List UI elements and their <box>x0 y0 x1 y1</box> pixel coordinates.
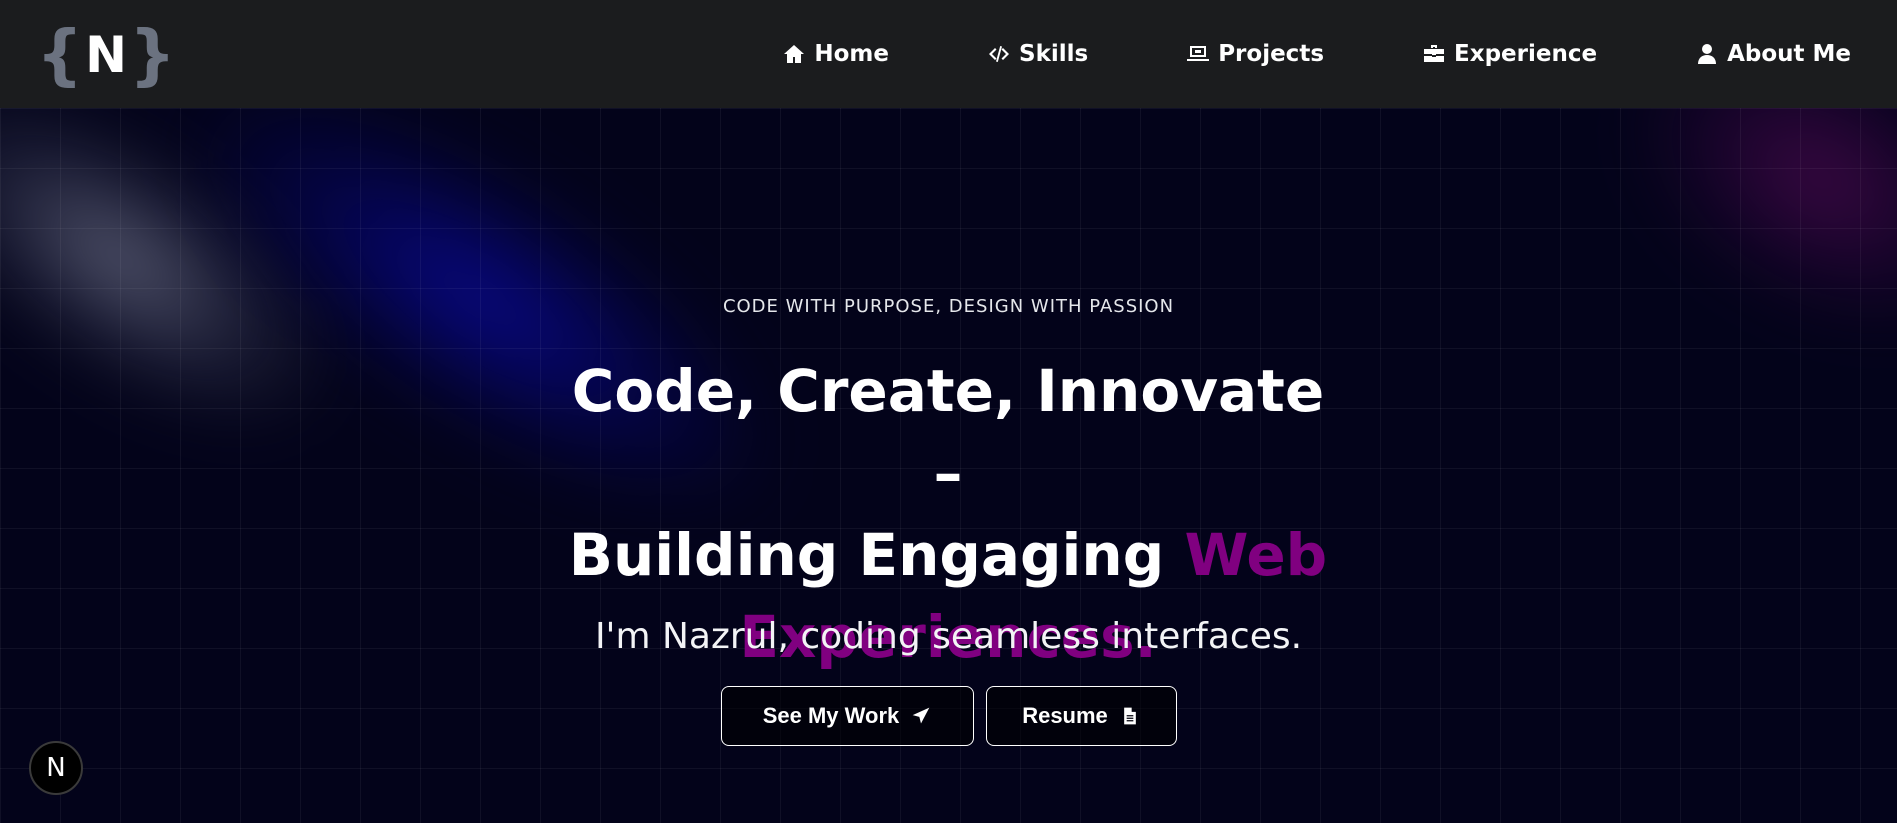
navbar: { N } Home Skills Projects Experience Ab… <box>0 0 1897 108</box>
nav-item-experience[interactable]: Experience <box>1422 41 1597 67</box>
nav-links: Home Skills Projects Experience About Me <box>782 0 1851 108</box>
nav-item-projects[interactable]: Projects <box>1186 41 1324 67</box>
nav-item-skills[interactable]: Skills <box>987 41 1088 67</box>
logo-open-brace: { <box>36 16 84 93</box>
site-logo[interactable]: { N } <box>36 18 176 92</box>
nav-item-label: Skills <box>1019 41 1089 67</box>
hero-subtitle: I'm Nazrul, coding seamless interfaces. <box>594 616 1303 657</box>
user-icon <box>1698 44 1717 64</box>
nav-item-about[interactable]: About Me <box>1695 41 1851 67</box>
paper-plane-icon <box>912 707 930 724</box>
hero-tagline: CODE WITH PURPOSE, DESIGN WITH PASSION <box>722 296 1175 317</box>
nav-item-home[interactable]: Home <box>782 41 889 67</box>
nextjs-badge[interactable]: N <box>29 741 83 795</box>
nav-item-label: Home <box>814 41 889 67</box>
briefcase-icon <box>1424 45 1445 62</box>
see-my-work-button[interactable]: See My Work <box>720 686 974 746</box>
hero-section: CODE WITH PURPOSE, DESIGN WITH PASSION C… <box>0 108 1897 823</box>
see-my-work-label: See My Work <box>762 703 900 728</box>
laptop-icon <box>1187 46 1210 61</box>
resume-label: Resume <box>1022 703 1108 728</box>
home-icon <box>784 45 805 63</box>
file-icon <box>1123 707 1136 725</box>
hero-buttons: See My Work Resume <box>0 686 1897 746</box>
headline-line-1: Code, Create, Innovate – <box>571 357 1325 507</box>
nav-item-label: Experience <box>1454 41 1598 67</box>
logo-letter: N <box>85 26 127 84</box>
nav-item-label: About Me <box>1727 41 1851 67</box>
headline-line-2: Building Engaging <box>568 521 1185 589</box>
badge-letter: N <box>46 753 66 783</box>
logo-close-brace: } <box>128 16 176 93</box>
code-icon <box>989 46 1009 62</box>
nav-item-label: Projects <box>1218 41 1325 67</box>
resume-button[interactable]: Resume <box>985 686 1177 746</box>
